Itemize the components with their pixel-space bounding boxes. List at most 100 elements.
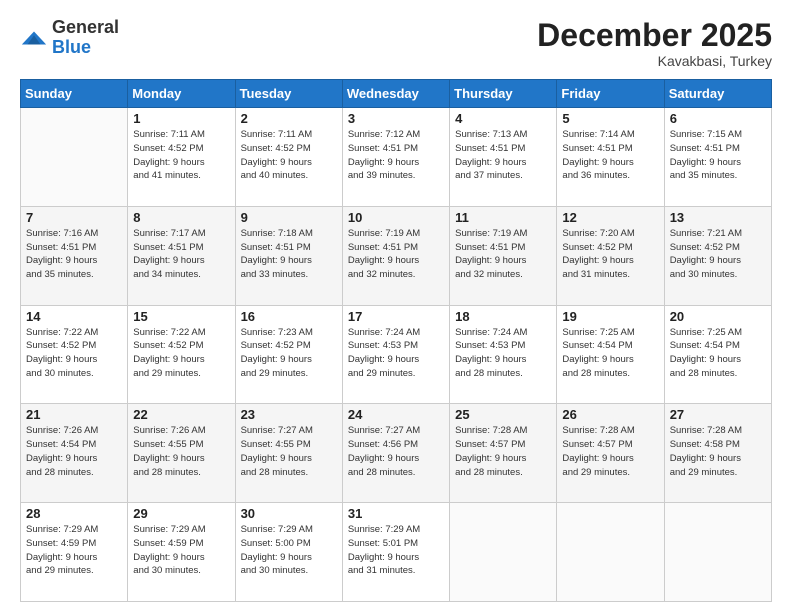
logo-icon — [20, 24, 48, 52]
day-info: Sunrise: 7:15 AM Sunset: 4:51 PM Dayligh… — [670, 128, 766, 183]
day-info: Sunrise: 7:29 AM Sunset: 4:59 PM Dayligh… — [26, 523, 122, 578]
day-number: 28 — [26, 506, 122, 521]
calendar-cell: 27Sunrise: 7:28 AM Sunset: 4:58 PM Dayli… — [664, 404, 771, 503]
calendar-week-row: 21Sunrise: 7:26 AM Sunset: 4:54 PM Dayli… — [21, 404, 772, 503]
day-number: 20 — [670, 309, 766, 324]
day-number: 11 — [455, 210, 551, 225]
day-number: 23 — [241, 407, 337, 422]
calendar-cell: 10Sunrise: 7:19 AM Sunset: 4:51 PM Dayli… — [342, 206, 449, 305]
day-number: 15 — [133, 309, 229, 324]
calendar-cell: 2 Sunrise: 7:11 AM Sunset: 4:52 PM Daylig… — [235, 108, 342, 207]
day-info: Sunrise: 7:29 AM Sunset: 4:59 PM Dayligh… — [133, 523, 229, 578]
day-number: 26 — [562, 407, 658, 422]
calendar-cell: 8Sunrise: 7:17 AM Sunset: 4:51 PM Daylig… — [128, 206, 235, 305]
day-number: 22 — [133, 407, 229, 422]
calendar-cell: 14 Sunrise: 7:22 AM Sunset: 4:52 PM Dayli… — [21, 305, 128, 404]
day-info: Sunrise: 7:25 AM Sunset: 4:54 PM Dayligh… — [670, 326, 766, 381]
day-info: Sunrise: 7:20 AM Sunset: 4:52 PM Dayligh… — [562, 227, 658, 282]
col-monday: Monday — [128, 80, 235, 108]
calendar-cell: 16Sunrise: 7:23 AM Sunset: 4:52 PM Dayli… — [235, 305, 342, 404]
day-info: Sunrise: 7:26 AM Sunset: 4:55 PM Dayligh… — [133, 424, 229, 479]
header: General Blue December 2025 Kavakbasi, Tu… — [20, 18, 772, 69]
calendar-cell: 31 Sunrise: 7:29 AM Sunset: 5:01 PM Dayli… — [342, 503, 449, 602]
calendar-cell: 3Sunrise: 7:12 AM Sunset: 4:51 PM Daylig… — [342, 108, 449, 207]
day-number: 2 — [241, 111, 337, 126]
day-info: Sunrise: 7:14 AM Sunset: 4:51 PM Dayligh… — [562, 128, 658, 183]
day-info: Sunrise: 7:18 AM Sunset: 4:51 PM Dayligh… — [241, 227, 337, 282]
calendar-cell: 22 Sunrise: 7:26 AM Sunset: 4:55 PM Dayli… — [128, 404, 235, 503]
day-number: 10 — [348, 210, 444, 225]
day-number: 24 — [348, 407, 444, 422]
day-info: Sunrise: 7:12 AM Sunset: 4:51 PM Dayligh… — [348, 128, 444, 183]
day-number: 27 — [670, 407, 766, 422]
day-number: 31 — [348, 506, 444, 521]
calendar-cell: 17 Sunrise: 7:24 AM Sunset: 4:53 PM Dayli… — [342, 305, 449, 404]
calendar-cell: 30Sunrise: 7:29 AM Sunset: 5:00 PM Dayli… — [235, 503, 342, 602]
calendar-cell: 20 Sunrise: 7:25 AM Sunset: 4:54 PM Dayli… — [664, 305, 771, 404]
day-number: 8 — [133, 210, 229, 225]
day-number: 12 — [562, 210, 658, 225]
calendar-cell — [557, 503, 664, 602]
logo-text: General Blue — [52, 18, 119, 58]
calendar-cell — [450, 503, 557, 602]
day-number: 14 — [26, 309, 122, 324]
logo-blue: Blue — [52, 37, 91, 57]
calendar-header-row: Sunday Monday Tuesday Wednesday Thursday… — [21, 80, 772, 108]
day-info: Sunrise: 7:16 AM Sunset: 4:51 PM Dayligh… — [26, 227, 122, 282]
calendar-cell: 28 Sunrise: 7:29 AM Sunset: 4:59 PM Dayli… — [21, 503, 128, 602]
day-info: Sunrise: 7:29 AM Sunset: 5:01 PM Dayligh… — [348, 523, 444, 578]
day-number: 19 — [562, 309, 658, 324]
calendar-cell: 13 Sunrise: 7:21 AM Sunset: 4:52 PM Dayli… — [664, 206, 771, 305]
calendar-week-row: 7 Sunrise: 7:16 AM Sunset: 4:51 PM Daylig… — [21, 206, 772, 305]
calendar-cell: 1 Sunrise: 7:11 AM Sunset: 4:52 PM Daylig… — [128, 108, 235, 207]
day-info: Sunrise: 7:28 AM Sunset: 4:57 PM Dayligh… — [455, 424, 551, 479]
day-number: 13 — [670, 210, 766, 225]
logo-general: General — [52, 17, 119, 37]
day-info: Sunrise: 7:24 AM Sunset: 4:53 PM Dayligh… — [455, 326, 551, 381]
col-sunday: Sunday — [21, 80, 128, 108]
calendar-cell: 11Sunrise: 7:19 AM Sunset: 4:51 PM Dayli… — [450, 206, 557, 305]
day-number: 21 — [26, 407, 122, 422]
day-number: 25 — [455, 407, 551, 422]
day-number: 18 — [455, 309, 551, 324]
day-number: 6 — [670, 111, 766, 126]
calendar-cell: 4Sunrise: 7:13 AM Sunset: 4:51 PM Daylig… — [450, 108, 557, 207]
day-info: Sunrise: 7:25 AM Sunset: 4:54 PM Dayligh… — [562, 326, 658, 381]
col-saturday: Saturday — [664, 80, 771, 108]
day-info: Sunrise: 7:11 AM Sunset: 4:52 PM Dayligh… — [241, 128, 337, 183]
calendar-cell: 6 Sunrise: 7:15 AM Sunset: 4:51 PM Daylig… — [664, 108, 771, 207]
calendar-cell: 18 Sunrise: 7:24 AM Sunset: 4:53 PM Dayli… — [450, 305, 557, 404]
calendar-cell: 19 Sunrise: 7:25 AM Sunset: 4:54 PM Dayli… — [557, 305, 664, 404]
calendar-cell — [21, 108, 128, 207]
day-info: Sunrise: 7:24 AM Sunset: 4:53 PM Dayligh… — [348, 326, 444, 381]
calendar-cell: 25 Sunrise: 7:28 AM Sunset: 4:57 PM Dayli… — [450, 404, 557, 503]
calendar-week-row: 28 Sunrise: 7:29 AM Sunset: 4:59 PM Dayli… — [21, 503, 772, 602]
calendar-cell: 5Sunrise: 7:14 AM Sunset: 4:51 PM Daylig… — [557, 108, 664, 207]
day-number: 29 — [133, 506, 229, 521]
calendar-week-row: 14 Sunrise: 7:22 AM Sunset: 4:52 PM Dayli… — [21, 305, 772, 404]
day-info: Sunrise: 7:22 AM Sunset: 4:52 PM Dayligh… — [26, 326, 122, 381]
day-info: Sunrise: 7:13 AM Sunset: 4:51 PM Dayligh… — [455, 128, 551, 183]
day-info: Sunrise: 7:27 AM Sunset: 4:56 PM Dayligh… — [348, 424, 444, 479]
calendar-cell — [664, 503, 771, 602]
calendar-week-row: 1 Sunrise: 7:11 AM Sunset: 4:52 PM Daylig… — [21, 108, 772, 207]
day-number: 30 — [241, 506, 337, 521]
calendar-cell: 12 Sunrise: 7:20 AM Sunset: 4:52 PM Dayli… — [557, 206, 664, 305]
day-info: Sunrise: 7:23 AM Sunset: 4:52 PM Dayligh… — [241, 326, 337, 381]
col-thursday: Thursday — [450, 80, 557, 108]
day-number: 9 — [241, 210, 337, 225]
day-info: Sunrise: 7:27 AM Sunset: 4:55 PM Dayligh… — [241, 424, 337, 479]
calendar-cell: 7 Sunrise: 7:16 AM Sunset: 4:51 PM Daylig… — [21, 206, 128, 305]
day-info: Sunrise: 7:22 AM Sunset: 4:52 PM Dayligh… — [133, 326, 229, 381]
calendar-cell: 24 Sunrise: 7:27 AM Sunset: 4:56 PM Dayli… — [342, 404, 449, 503]
calendar-cell: 9 Sunrise: 7:18 AM Sunset: 4:51 PM Daylig… — [235, 206, 342, 305]
day-info: Sunrise: 7:11 AM Sunset: 4:52 PM Dayligh… — [133, 128, 229, 183]
day-info: Sunrise: 7:21 AM Sunset: 4:52 PM Dayligh… — [670, 227, 766, 282]
logo: General Blue — [20, 18, 119, 58]
day-number: 1 — [133, 111, 229, 126]
calendar-cell: 29 Sunrise: 7:29 AM Sunset: 4:59 PM Dayli… — [128, 503, 235, 602]
day-number: 17 — [348, 309, 444, 324]
day-number: 7 — [26, 210, 122, 225]
month-year: December 2025 — [537, 18, 772, 53]
title-block: December 2025 Kavakbasi, Turkey — [537, 18, 772, 69]
